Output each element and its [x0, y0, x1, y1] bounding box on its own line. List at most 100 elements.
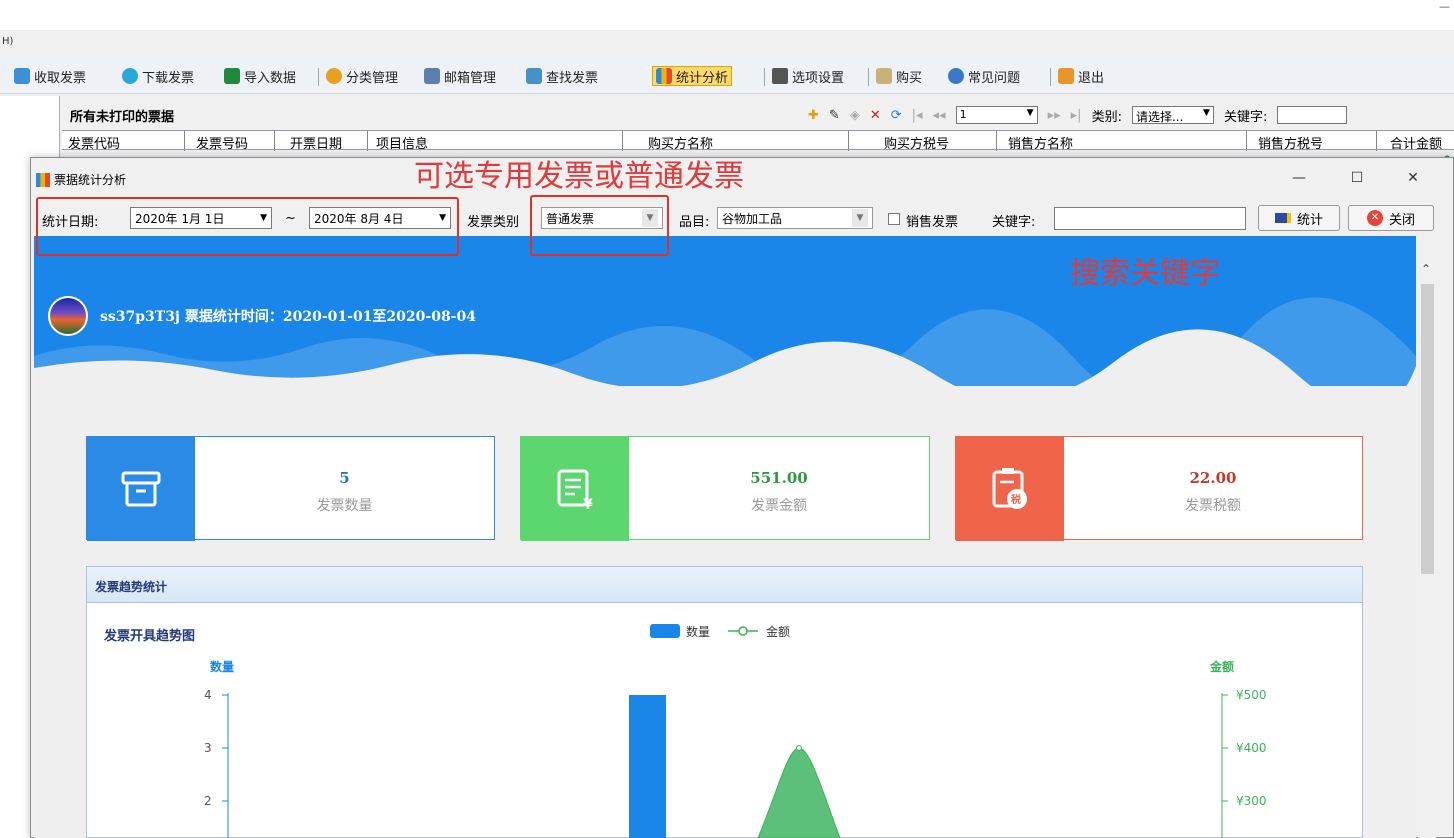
right-axis-tick-label: ¥500: [1236, 688, 1267, 702]
chevron-down-icon: ▼: [1203, 108, 1210, 118]
archive-box-icon: [87, 437, 195, 541]
sales-invoice-checkbox[interactable]: [888, 213, 900, 225]
card-label: 发票税额: [1185, 498, 1241, 514]
edit-icon[interactable]: ✎: [829, 108, 840, 123]
toolbar-buy-button[interactable]: 购买: [876, 66, 922, 86]
item-label: 品目:: [679, 215, 710, 230]
globe-icon: [48, 296, 88, 336]
keyword-input[interactable]: [1054, 207, 1246, 230]
trend-panel-title: 发票趋势统计: [95, 580, 168, 594]
toolbar-divider: [318, 68, 319, 86]
dialog-minimize-button[interactable]: —: [1284, 166, 1314, 190]
scrollbar-thumb[interactable]: [1421, 284, 1434, 574]
card-label: 发票金额: [751, 498, 807, 514]
stat-button-label: 统计: [1296, 212, 1323, 228]
toolbar-help-button[interactable]: 常见问题: [948, 66, 1020, 86]
card-value: 5: [339, 469, 350, 487]
list-title: 所有未打印的票据: [70, 110, 175, 125]
trend-chart: 数量 金额 数量 金额 4 3 2 ¥500 ¥400 ¥300: [204, 624, 1267, 838]
page-select[interactable]: 1 ▼: [955, 106, 1038, 124]
delete-icon[interactable]: ✕: [870, 108, 881, 123]
list-toolbar: ✚ ✎ ◈ ✕ ⟳ |◂ ◂◂ 1 ▼ ▸▸ ▸| 类别: 请选择... ▼ 关键字…: [808, 104, 1348, 126]
col-items[interactable]: 项目信息: [376, 133, 428, 152]
count-bar[interactable]: [629, 695, 666, 838]
invoice-type-label: 发票类别: [467, 215, 520, 230]
stat-button[interactable]: 统计: [1258, 205, 1340, 231]
col-divider: [1246, 131, 1247, 151]
list-keyword-input[interactable]: [1277, 106, 1348, 124]
item-select[interactable]: 谷物加工品 ▼: [717, 207, 873, 229]
card-tax-amount: 税 22.00 发票税额: [955, 436, 1363, 541]
col-divider: [996, 131, 997, 151]
list-keyword-label: 关键字:: [1223, 109, 1268, 125]
chart-legend[interactable]: 数量 金额: [650, 624, 790, 639]
dialog-close-button[interactable]: ✕: [1398, 166, 1428, 190]
invoice-yuan-icon: ¥: [521, 437, 629, 541]
amount-area[interactable]: [757, 747, 841, 838]
toolbar-receive-button[interactable]: 收取发票: [14, 66, 86, 86]
add-icon[interactable]: ✚: [808, 108, 819, 123]
tax-clipboard-icon: 税: [956, 437, 1064, 541]
prev-page-icon[interactable]: ◂◂: [933, 108, 946, 123]
left-axis-tick-label: 4: [204, 688, 212, 702]
col-seller-tax[interactable]: 销售方税号: [1258, 133, 1323, 152]
left-axis-tick-label: 2: [204, 794, 212, 808]
amount-point[interactable]: [796, 745, 802, 751]
chevron-down-icon[interactable]: ▼: [852, 209, 868, 227]
col-number[interactable]: 发票号码: [196, 133, 248, 152]
col-total[interactable]: 合计金额: [1390, 133, 1442, 152]
toolbar-import-button[interactable]: 导入数据: [224, 66, 296, 86]
tax-clipboard-glyph: 税: [992, 468, 1027, 509]
toolbar-divider: [868, 68, 869, 86]
card-label: 发票数量: [316, 498, 373, 514]
megaphone-icon: [1274, 213, 1291, 223]
card-value: 22.00: [1189, 469, 1237, 487]
right-axis-tick-label: ¥400: [1236, 741, 1267, 755]
refresh-icon[interactable]: ⟳: [891, 108, 902, 123]
col-buyer[interactable]: 购买方名称: [648, 133, 713, 152]
col-divider: [622, 131, 623, 151]
legend-label-amount: 金额: [766, 624, 790, 639]
keyword-label: 关键字:: [992, 215, 1036, 230]
left-axis-tick-label: 3: [204, 741, 212, 755]
inbox-icon: [14, 68, 30, 84]
toolbar-settings-button[interactable]: 选项设置: [772, 66, 844, 86]
menu-bar: H): [0, 30, 1454, 54]
dialog-title-bar: 票据统计分析: [36, 171, 126, 188]
menu-fragment[interactable]: H): [2, 36, 13, 47]
list-header: 发票代码 发票号码 开票日期 项目信息 购买方名称 购买方税号 销售方名称 销售…: [62, 130, 1454, 152]
category-select[interactable]: 请选择... ▼: [1131, 106, 1214, 124]
toolbar-exit-button[interactable]: 退出: [1058, 66, 1104, 86]
scroll-up-icon[interactable]: ⌃: [1421, 262, 1431, 276]
toolbar-category-button[interactable]: 分类管理: [326, 66, 398, 86]
next-page-icon[interactable]: ▸▸: [1048, 108, 1061, 123]
find-icon: [526, 68, 542, 84]
toolbar-download-button[interactable]: 下载发票: [122, 66, 194, 86]
annotation-box-type: [530, 195, 669, 256]
dialog-maximize-button[interactable]: ☐: [1342, 166, 1372, 190]
toolbar-stats-button[interactable]: 统计分析: [652, 66, 733, 86]
toolbar-find-button[interactable]: 查找发票: [526, 66, 598, 86]
minimize-button[interactable]: —: [1439, 0, 1450, 13]
col-divider: [848, 131, 849, 151]
col-code[interactable]: 发票代码: [68, 133, 120, 152]
legend-swatch-count: [650, 624, 680, 638]
close-button-label: 关闭: [1388, 212, 1415, 228]
col-seller[interactable]: 销售方名称: [1008, 133, 1073, 152]
card-value: 551.00: [750, 469, 808, 487]
annotation-keyword-hint: 搜索关键字: [1070, 256, 1220, 291]
eraser-icon[interactable]: ◈: [850, 108, 860, 123]
svg-text:¥: ¥: [583, 497, 593, 511]
card-invoice-amount: ¥ 551.00 发票金额: [520, 436, 930, 541]
col-date[interactable]: 开票日期: [290, 133, 342, 152]
col-buyer-tax[interactable]: 购买方税号: [884, 133, 949, 152]
settings-icon: [772, 68, 788, 84]
first-page-icon[interactable]: |◂: [912, 108, 923, 123]
download-icon: [122, 68, 138, 84]
close-button[interactable]: ✕ 关闭: [1348, 205, 1434, 231]
toolbar-mailbox-button[interactable]: 邮箱管理: [424, 66, 496, 86]
toolbar-divider: [1050, 68, 1051, 86]
item-value: 谷物加工品: [722, 211, 783, 226]
last-page-icon[interactable]: ▸|: [1071, 108, 1082, 123]
close-circle-icon: ✕: [1366, 210, 1383, 226]
